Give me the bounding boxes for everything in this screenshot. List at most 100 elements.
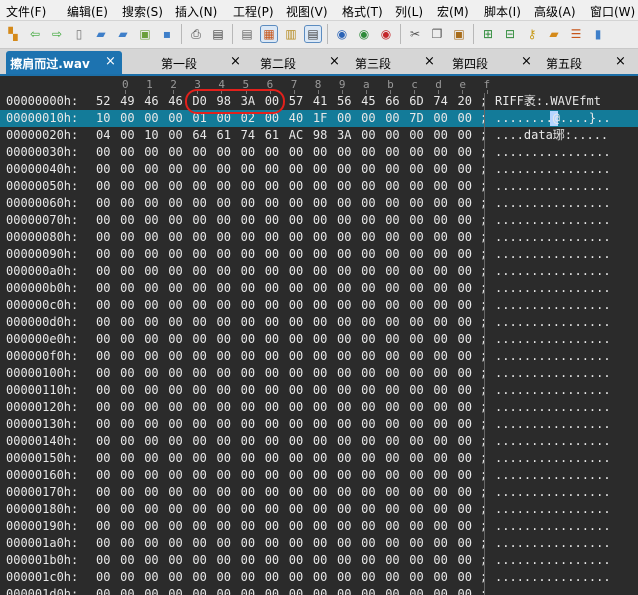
hex-row[interactable]: 000001c0h: 00 00 00 00 00 00 00 00 00 00 00 00 00 00 00… [0,569,638,586]
hex-byte[interactable]: 00 [265,586,279,595]
ascii-text[interactable]: ................ [495,365,611,382]
hex-byte[interactable]: 00 [144,552,158,569]
hex-byte[interactable]: 00 [361,365,375,382]
disc-red-icon[interactable]: ◉ [378,26,394,42]
ascii-text[interactable]: ................ [495,382,611,399]
hex-byte[interactable]: 00 [120,110,134,127]
ascii-text[interactable]: ................ [495,399,611,416]
hex-byte[interactable]: 00 [361,569,375,586]
hex-byte[interactable]: 00 [458,297,472,314]
hex-byte[interactable]: 00 [409,297,423,314]
hex-byte[interactable]: 00 [120,161,134,178]
hex-byte[interactable]: 00 [385,314,399,331]
hex-byte[interactable]: 00 [120,382,134,399]
hex-byte[interactable]: 00 [217,501,231,518]
hex-byte[interactable]: 00 [192,484,206,501]
hex-byte[interactable]: 00 [337,501,351,518]
hex-byte[interactable]: 00 [337,297,351,314]
hex-byte[interactable]: 49 [120,93,134,110]
hex-byte[interactable]: 00 [313,552,327,569]
hex-row[interactable]: 000000a0h: 00 00 00 00 00 00 00 00 00 00 00 00 00 00 00… [0,263,638,280]
hex-byte[interactable]: 00 [458,246,472,263]
hex-byte[interactable]: 00 [458,586,472,595]
hex-byte[interactable]: 00 [337,416,351,433]
hex-byte[interactable]: 00 [144,263,158,280]
hex-byte[interactable]: 00 [433,399,447,416]
hex-byte[interactable]: 00 [144,178,158,195]
hex-byte[interactable]: 00 [96,246,110,263]
hex-byte[interactable]: 00 [120,348,134,365]
hex-byte[interactable]: 00 [385,552,399,569]
hex-byte[interactable]: 00 [217,518,231,535]
hex-byte[interactable]: 00 [192,178,206,195]
hex-byte[interactable]: 00 [217,484,231,501]
hex-byte[interactable]: AC [289,127,303,144]
hex-byte[interactable]: 00 [458,229,472,246]
hex-row[interactable]: 00000060h: 00 00 00 00 00 00 00 00 00 00 00 00 00 00 00… [0,195,638,212]
hex-byte[interactable]: 00 [168,518,182,535]
hex-byte[interactable]: 00 [458,501,472,518]
ascii-text[interactable]: ................ [495,280,611,297]
hex-byte[interactable]: 00 [144,195,158,212]
hex-byte[interactable]: 00 [385,586,399,595]
hex-byte[interactable]: 00 [265,518,279,535]
hex-byte[interactable]: 00 [313,586,327,595]
hex-byte[interactable]: 00 [337,365,351,382]
hex-row[interactable]: 000000d0h: 00 00 00 00 00 00 00 00 00 00 00 00 00 00 00… [0,314,638,331]
hex-byte[interactable]: 00 [385,484,399,501]
hex-byte[interactable]: 00 [433,195,447,212]
hex-byte[interactable]: 00 [385,246,399,263]
hex-byte[interactable]: 00 [168,365,182,382]
hex-byte[interactable]: 00 [385,348,399,365]
hex-byte[interactable]: 00 [168,195,182,212]
hex-byte[interactable]: 00 [241,501,255,518]
hex-byte[interactable]: 00 [217,212,231,229]
hex-byte[interactable]: 00 [96,450,110,467]
hex-byte[interactable]: 00 [361,586,375,595]
hex-byte[interactable]: 00 [385,161,399,178]
hex-byte[interactable]: 00 [241,433,255,450]
hex-byte[interactable]: 00 [313,195,327,212]
hex-byte[interactable]: 00 [289,297,303,314]
hex-byte[interactable]: 00 [337,518,351,535]
hex-byte[interactable]: 00 [409,484,423,501]
hex-byte[interactable]: 00 [144,399,158,416]
hex-byte[interactable]: 00 [458,263,472,280]
hex-byte[interactable]: 00 [458,450,472,467]
hex-byte[interactable]: 00 [409,263,423,280]
hex-byte[interactable]: 00 [458,280,472,297]
hex-byte[interactable]: 00 [313,399,327,416]
ascii-text[interactable]: ................ [495,212,611,229]
hex-byte[interactable]: 00 [433,127,447,144]
hex-byte[interactable]: 00 [120,552,134,569]
hex-byte[interactable]: 00 [120,518,134,535]
hex-byte[interactable]: 00 [409,382,423,399]
hex-byte[interactable]: 52 [96,93,110,110]
hex-byte[interactable]: 00 [217,467,231,484]
hex-byte[interactable]: 00 [433,552,447,569]
hex-byte[interactable]: 00 [409,280,423,297]
hex-byte[interactable]: 00 [289,501,303,518]
hex-byte[interactable]: 00 [313,450,327,467]
hex-byte[interactable]: 00 [409,467,423,484]
hex-byte[interactable]: 00 [241,263,255,280]
hex-byte[interactable]: 00 [458,127,472,144]
hex-byte[interactable]: 00 [192,552,206,569]
menu-item-10[interactable]: 高级(A) [534,3,576,20]
hex-byte[interactable]: 00 [458,144,472,161]
ascii-text[interactable]: ................ [495,348,611,365]
hex-byte[interactable]: 00 [409,348,423,365]
hex-byte[interactable]: 00 [313,297,327,314]
hex-byte[interactable]: 00 [433,263,447,280]
hex-byte[interactable]: 00 [96,263,110,280]
hex-row[interactable]: 00000160h: 00 00 00 00 00 00 00 00 00 00 00 00 00 00 00… [0,467,638,484]
hex-byte[interactable]: 00 [217,161,231,178]
hex-byte[interactable]: 00 [144,280,158,297]
hex-byte[interactable]: 00 [241,297,255,314]
hex-byte[interactable]: 00 [96,348,110,365]
menu-item-5[interactable]: 视图(V) [286,3,328,20]
hex-byte[interactable]: 00 [241,535,255,552]
hex-byte[interactable]: 00 [217,552,231,569]
hex-byte[interactable]: 00 [265,569,279,586]
hex-byte[interactable]: 00 [385,365,399,382]
